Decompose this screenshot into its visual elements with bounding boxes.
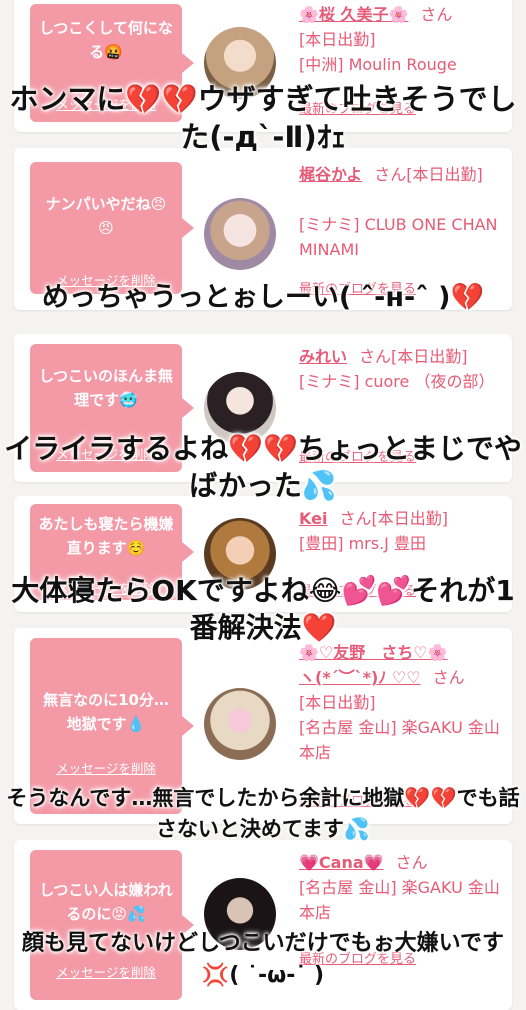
message-text: しつこい人は嫌われるのに😡💦 (39, 881, 173, 923)
message-text: あたしも寝たら機嫌直ります☺️ (38, 515, 174, 557)
avatar[interactable] (204, 198, 276, 270)
work-status: [本日出勤] (371, 509, 448, 528)
work-status: [本日出勤] (391, 347, 468, 366)
honorific: さん (432, 668, 465, 687)
profile-info: Kei さん[本日出勤] [豊田] mrs.J 豊田 (299, 506, 509, 556)
profile-info: みれい さん[本日出勤] [ミナミ] cuore （夜の部） (299, 344, 509, 394)
area-shop: [豊田] mrs.J 豊田 (299, 534, 426, 553)
area-shop: [ミナミ] cuore （夜の部） (299, 372, 495, 391)
honorific: さん (395, 853, 428, 872)
area-shop: [中洲] Moulin Rouge (299, 55, 457, 74)
profile-name-kaomoji[interactable]: ヽ(*´︶`*)ﾉ ♡♡ (299, 668, 421, 687)
message-text: しつこいのほんま無理です🥶 (38, 367, 174, 409)
area-shop: [名古屋 金山] 楽GAKU 金山本店 (299, 878, 500, 922)
message-text: しつこくして何になる🤬 (39, 19, 173, 61)
message-bubble: ナンパいやだね😠😠 メッセージを削除 (30, 162, 194, 294)
profile-name-link[interactable]: Kei (299, 509, 327, 528)
overlay-caption-5: そうなんです…無言でしたから余計に地獄💔💔でも話さないと決めてます💦 (6, 786, 520, 841)
overlay-caption-3: イライラするよね💔💔ちょっとまじでやばかった💦 (4, 432, 522, 502)
honorific: さん (374, 165, 407, 184)
work-status: [本日出勤] (406, 165, 483, 184)
message-text: ナンパいやだね😠😠 (45, 195, 167, 237)
profile-info: 🌸♡友野 さち♡🌸 ヽ(*´︶`*)ﾉ ♡♡ さん [本日出勤] [名古屋 金山]… (299, 640, 509, 765)
work-status: [本日出勤] (299, 30, 376, 49)
profile-name-link[interactable]: 💗Cana💗 (299, 853, 384, 872)
profile-name-link[interactable]: 🌸桜 久美子🌸 (299, 5, 408, 24)
profile-name-link[interactable]: みれい (299, 347, 347, 366)
profile-info: 梶谷かよ さん[本日出勤] [ミナミ] CLUB ONE CHAN MINAMI (299, 162, 509, 262)
profile-info: 🌸桜 久美子🌸 さん [本日出勤] [中洲] Moulin Rouge (299, 2, 509, 77)
area-shop: [ミナミ] CLUB ONE CHAN MINAMI (299, 215, 498, 259)
avatar[interactable] (204, 688, 276, 760)
overlay-caption-2: めっちゃうっとぉしーい( ˆ-н-ˆ )💔 (41, 282, 485, 313)
overlay-caption-1: ホンマに💔💔ウザすぎて吐きそうでした(-д`-Ⅱ)ｵｪ (9, 82, 517, 154)
area-shop: [名古屋 金山] 楽GAKU 金山本店 (299, 718, 500, 762)
honorific: さん (359, 347, 392, 366)
delete-message-link[interactable]: メッセージを削除 (30, 758, 182, 777)
profile-info: 💗Cana💗 さん [名古屋 金山] 楽GAKU 金山本店 (299, 850, 509, 925)
overlay-caption-4: 大体寝たらOKですよね😂💕💕それが1番解決法❤️ (11, 574, 515, 644)
overlay-caption-6: 顔も見てないけどしつこいだけでもぉ大嫌いです💢( ˙-ω-˙ ) (21, 931, 505, 988)
honorific: さん (420, 5, 453, 24)
profile-name-link[interactable]: 梶谷かよ (299, 165, 362, 184)
work-status: [本日出勤] (299, 693, 376, 712)
message-text: 無言なのに10分…地獄です💧 (43, 691, 169, 733)
honorific: さん (339, 509, 372, 528)
